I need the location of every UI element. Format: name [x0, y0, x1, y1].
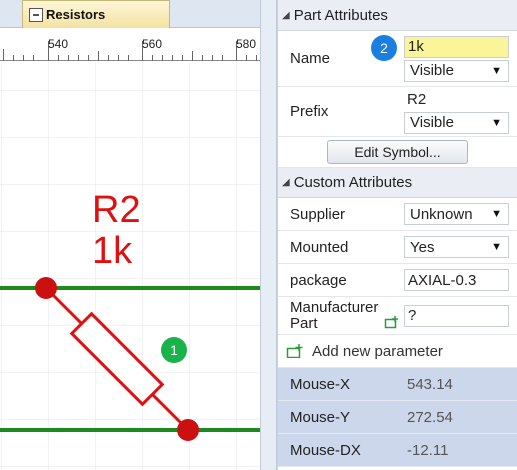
- readout-mouse-x: Mouse-X 543.14: [278, 368, 517, 401]
- ruler-label-560: 560: [142, 37, 163, 51]
- tab-title: Resistors: [46, 7, 106, 22]
- package-input[interactable]: AXIAL-0.3: [404, 269, 509, 291]
- attr-row-supplier: Supplier Unknown ▼: [278, 198, 517, 231]
- attr-row-mounted: Mounted Yes ▼: [278, 231, 517, 264]
- select-value: Visible: [410, 114, 454, 131]
- callout-badge-1: 1: [161, 337, 187, 363]
- attr-row-manufacturer-part: Manufacturer Part ?: [278, 297, 517, 335]
- callout-badge-2: 2: [371, 35, 397, 61]
- readout-label: Mouse-X: [290, 375, 351, 393]
- readout-mouse-dx: Mouse-DX -12.11: [278, 434, 517, 467]
- section-header-custom-attributes[interactable]: ◢ Custom Attributes: [278, 168, 517, 198]
- dropdown-arrow-icon: ▼: [491, 208, 502, 220]
- readout-value: -12.11: [407, 441, 449, 459]
- attr-label-package: package: [290, 271, 347, 289]
- edit-symbol-row: Edit Symbol...: [278, 137, 517, 168]
- add-new-parameter[interactable]: Add new parameter: [278, 335, 517, 368]
- dropdown-arrow-icon: ▼: [491, 64, 502, 77]
- drawing-canvas[interactable]: R2 1k 1: [0, 62, 260, 470]
- schematic-icon: [29, 7, 43, 22]
- select-value: Visible: [410, 62, 454, 79]
- properties-panel: ◢ Part Attributes Name 1k Visible ▼ Pref…: [277, 0, 517, 470]
- collapse-triangle-icon[interactable]: ◢: [282, 177, 290, 188]
- ruler-label-580: 580: [236, 37, 257, 51]
- readout-mouse-y: Mouse-Y 272.54: [278, 401, 517, 434]
- part-value-text: 1k: [92, 230, 133, 272]
- attr-row-prefix: Prefix R2 Visible ▼: [278, 87, 517, 137]
- name-visibility-select[interactable]: Visible ▼: [404, 59, 509, 82]
- schematic-editor: Resistors 540 560 580 R2 1k 1: [0, 0, 260, 470]
- part-reference-text: R2: [92, 189, 141, 231]
- readout-value: 543.14: [407, 375, 453, 393]
- attr-label-mounted: Mounted: [290, 238, 349, 256]
- select-value: Yes: [410, 238, 435, 256]
- label-line-2: Part: [290, 314, 318, 332]
- prefix-visibility-select[interactable]: Visible ▼: [404, 111, 509, 134]
- ruler-ticks: [3, 41, 257, 61]
- dropdown-arrow-icon: ▼: [491, 116, 502, 129]
- readout-label: Mouse-DX: [290, 441, 361, 459]
- ruler-label-540: 540: [48, 37, 69, 51]
- prefix-input[interactable]: R2: [404, 89, 509, 111]
- name-input[interactable]: 1k: [404, 35, 509, 58]
- pin-dot-top[interactable]: [35, 277, 57, 299]
- pin-dot-bottom[interactable]: [177, 419, 199, 441]
- readout-value: 272.54: [407, 408, 453, 426]
- supplier-select[interactable]: Unknown ▼: [404, 203, 509, 225]
- attr-label-supplier: Supplier: [290, 205, 346, 223]
- attr-label-prefix: Prefix: [290, 103, 329, 120]
- add-parameter-label: Add new parameter: [312, 342, 443, 360]
- mounted-select[interactable]: Yes ▼: [404, 236, 509, 258]
- panel-splitter[interactable]: [260, 0, 277, 470]
- collapse-triangle-icon[interactable]: ◢: [282, 10, 290, 21]
- attr-row-name: Name 1k Visible ▼: [278, 31, 517, 87]
- document-tab-bar: Resistors: [0, 0, 260, 28]
- attr-row-package: package AXIAL-0.3: [278, 264, 517, 297]
- label-line-1: Manufacturer: [290, 298, 379, 316]
- select-value: Unknown: [410, 205, 473, 223]
- section-title: Custom Attributes: [293, 174, 413, 191]
- section-title: Part Attributes: [293, 6, 388, 24]
- attr-label-manufacturer-part: Manufacturer Part: [278, 297, 404, 334]
- tab-resistors[interactable]: Resistors: [22, 0, 170, 28]
- horizontal-ruler: 540 560 580: [0, 29, 260, 61]
- edit-symbol-button[interactable]: Edit Symbol...: [327, 140, 468, 164]
- readout-label: Mouse-Y: [290, 408, 351, 426]
- manufacturer-part-input[interactable]: ?: [404, 304, 509, 327]
- add-parameter-icon: [286, 344, 303, 358]
- section-header-part-attributes[interactable]: ◢ Part Attributes: [278, 0, 517, 31]
- dropdown-arrow-icon: ▼: [491, 241, 502, 253]
- add-param-small-icon[interactable]: [384, 316, 400, 329]
